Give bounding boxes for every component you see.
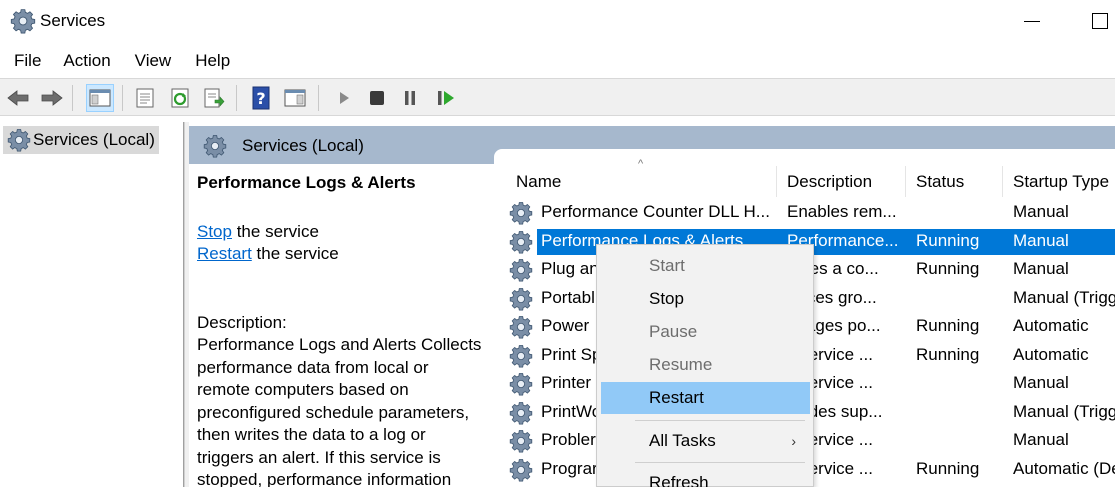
gear-icon	[509, 429, 533, 453]
export-list-icon[interactable]	[200, 84, 228, 112]
description-label: Description:	[197, 312, 287, 332]
svg-text:?: ?	[256, 89, 265, 108]
context-menu-refresh[interactable]: Refresh	[601, 467, 810, 487]
show-hide-console-tree-icon[interactable]	[86, 84, 114, 112]
context-menu-all-tasks[interactable]: All Tasks ›	[601, 425, 810, 457]
gear-icon	[509, 315, 533, 339]
restart-service-icon[interactable]	[432, 84, 460, 112]
pane-title: Services (Local)	[242, 136, 364, 155]
gear-icon	[203, 134, 227, 158]
column-header-startup-type[interactable]: Startup Type	[1003, 166, 1115, 197]
cell-status: Running	[916, 458, 980, 478]
forward-arrow-icon[interactable]	[38, 84, 66, 112]
column-header-description[interactable]: Description	[777, 166, 906, 197]
cell-startup-type: Manual	[1013, 259, 1069, 279]
description-line: stopped, performance information	[197, 470, 452, 487]
gear-icon	[7, 128, 31, 152]
gear-icon	[509, 230, 533, 254]
cell-status: Running	[916, 316, 980, 336]
stop-service-icon[interactable]	[363, 84, 391, 112]
description-line: preconfigured schedule parameters,	[197, 402, 470, 422]
maximize-button[interactable]	[1080, 0, 1115, 44]
cell-status	[916, 198, 1006, 227]
cell-startup-type: Manual (Trigg	[1013, 287, 1115, 307]
context-menu-restart[interactable]: Restart	[601, 382, 810, 414]
description-line: remote computers based on	[197, 380, 409, 399]
column-header-name[interactable]: Name	[506, 166, 777, 197]
context-menu-separator	[635, 420, 805, 421]
table-row[interactable]: Performance Counter DLL H... Enables rem.…	[494, 198, 1115, 227]
context-menu-resume[interactable]: Resume	[601, 349, 810, 381]
gear-icon	[10, 8, 36, 34]
gear-icon	[509, 344, 533, 368]
menu-help[interactable]: Help	[187, 51, 238, 71]
title-bar: Services	[0, 0, 1115, 44]
restart-link[interactable]: Restart	[197, 244, 252, 263]
menu-bar: File Action View Help	[0, 44, 1115, 78]
cell-name: Performance Counter DLL H...	[541, 202, 770, 222]
cell-startup-type: Manual	[1013, 373, 1069, 393]
toolbar: ?	[0, 78, 1115, 116]
tree-item-services-local[interactable]: Services (Local)	[3, 126, 159, 154]
window-title: Services	[40, 11, 106, 30]
gear-icon	[509, 287, 533, 311]
gear-icon	[509, 401, 533, 425]
menu-action[interactable]: Action	[55, 51, 118, 71]
context-menu: Start Stop Pause Resume Restart All Task…	[596, 244, 814, 487]
pause-service-icon[interactable]	[396, 84, 424, 112]
context-menu-start[interactable]: Start	[601, 250, 810, 282]
tree-item-label: Services (Local)	[33, 130, 155, 149]
gear-icon	[509, 201, 533, 225]
menu-view[interactable]: View	[127, 51, 180, 71]
properties-icon[interactable]	[131, 84, 159, 112]
minimize-button[interactable]	[1014, 0, 1054, 44]
context-menu-separator	[635, 462, 805, 463]
service-details: Performance Logs & Alerts Stop the servi…	[197, 172, 497, 487]
cell-startup-type: Manual	[1013, 202, 1069, 222]
cell-startup-type: Manual	[1013, 230, 1069, 250]
service-name: Performance Logs & Alerts	[197, 173, 416, 192]
back-arrow-icon[interactable]	[4, 84, 32, 112]
description-line: triggers an alert. If this service is	[197, 447, 441, 467]
refresh-icon[interactable]	[166, 84, 194, 112]
context-menu-pause[interactable]: Pause	[601, 316, 810, 348]
description-line: Performance Logs and Alerts Collects	[197, 335, 482, 354]
column-headers: ^ Name Description Status Startup Type	[494, 158, 1115, 197]
cell-startup-type: Automatic (De	[1013, 458, 1115, 478]
help-icon[interactable]: ?	[247, 84, 275, 112]
description-line: performance data from local or	[197, 357, 429, 377]
description-line: then writes the data to a log or	[197, 425, 426, 444]
restart-action: Restart the service	[197, 244, 339, 263]
cell-status	[916, 426, 1006, 455]
chevron-right-icon: ›	[791, 433, 796, 449]
cell-status: Running	[916, 259, 980, 279]
cell-status	[916, 369, 1006, 398]
start-service-icon[interactable]	[330, 84, 358, 112]
cell-startup-type: Automatic	[1013, 316, 1089, 336]
console-tree: Services (Local)	[0, 122, 184, 487]
column-header-status[interactable]: Status	[906, 166, 1003, 197]
gear-icon	[509, 372, 533, 396]
action-pane-icon[interactable]	[281, 84, 309, 112]
cell-startup-type: Manual (Trigg	[1013, 401, 1115, 421]
context-menu-stop[interactable]: Stop	[601, 283, 810, 315]
gear-icon	[509, 458, 533, 482]
menu-file[interactable]: File	[6, 51, 49, 71]
cell-startup-type: Manual	[1013, 430, 1069, 450]
cell-startup-type: Automatic	[1013, 344, 1089, 364]
stop-link[interactable]: Stop	[197, 222, 232, 241]
stop-action: Stop the service	[197, 221, 319, 241]
cell-status	[916, 398, 1006, 427]
cell-status: Running	[916, 344, 980, 364]
cell-description: Enables rem...	[787, 202, 897, 222]
context-menu-all-tasks-label: All Tasks	[649, 431, 716, 450]
cell-status: Running	[916, 230, 980, 250]
gear-icon	[509, 258, 533, 282]
cell-status	[916, 284, 1006, 313]
